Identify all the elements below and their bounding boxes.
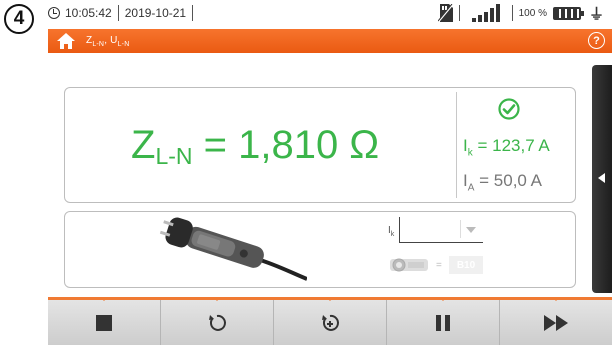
- ia-result: IA = 50,0 A: [463, 171, 542, 194]
- reset-options-button[interactable]: [274, 297, 387, 345]
- chevron-down-icon: [466, 227, 476, 233]
- status-divider: [192, 5, 194, 21]
- reset-plus-icon: [322, 314, 339, 331]
- fuse-type-value[interactable]: B10: [449, 256, 483, 274]
- settings-panel: Ik = B10: [64, 211, 576, 288]
- help-icon[interactable]: ?: [588, 32, 605, 49]
- panel-divider: [456, 92, 457, 198]
- main-result-value: ZL-N = 1,810 Ω: [131, 123, 380, 169]
- status-divider: [511, 5, 513, 21]
- pause-button[interactable]: [387, 297, 500, 345]
- pause-icon: [436, 314, 450, 331]
- bottom-toolbar: [48, 297, 612, 345]
- status-divider: [458, 5, 460, 21]
- status-divider: [117, 5, 119, 21]
- status-bar: 10:05:42 2019-10-21 100 % ⏚: [48, 0, 612, 26]
- battery-percent: 100 %: [518, 7, 547, 19]
- ik-setting-label: Ik: [388, 225, 395, 238]
- side-panel-toggle[interactable]: [592, 65, 612, 293]
- mains-plug-icon: ⏚: [588, 5, 604, 23]
- fuse-icon[interactable]: [388, 256, 430, 274]
- socket-adapter-image: [159, 217, 307, 281]
- reset-button[interactable]: [161, 297, 274, 345]
- fuse-equals: =: [436, 260, 442, 271]
- reset-icon: [209, 314, 226, 331]
- sd-card-icon: [437, 4, 453, 22]
- home-icon[interactable]: [56, 32, 76, 50]
- fast-forward-button[interactable]: [500, 297, 612, 345]
- page-title: ZL-N, UL-N: [86, 34, 130, 48]
- chevron-left-icon: [598, 173, 605, 183]
- step-number-badge: 4: [4, 4, 34, 34]
- stop-icon: [96, 314, 112, 331]
- header-bar: ZL-N, UL-N ?: [48, 29, 612, 53]
- status-date: 2019-10-21: [124, 6, 187, 20]
- signal-strength-icon: [471, 4, 500, 22]
- status-indicators: 100 % ⏚: [437, 3, 604, 23]
- result-panel: ZL-N = 1,810 Ω Ik = 123,7 A IA = 50,0 A: [64, 87, 576, 203]
- clock-icon: [48, 7, 60, 19]
- check-circle-icon: [498, 98, 520, 120]
- stop-button[interactable]: [48, 297, 161, 345]
- status-time: 10:05:42: [65, 6, 112, 20]
- battery-icon: [552, 6, 584, 20]
- ik-dropdown[interactable]: [399, 217, 483, 243]
- ik-result: Ik = 123,7 A: [463, 136, 550, 159]
- fast-forward-icon: [544, 314, 568, 331]
